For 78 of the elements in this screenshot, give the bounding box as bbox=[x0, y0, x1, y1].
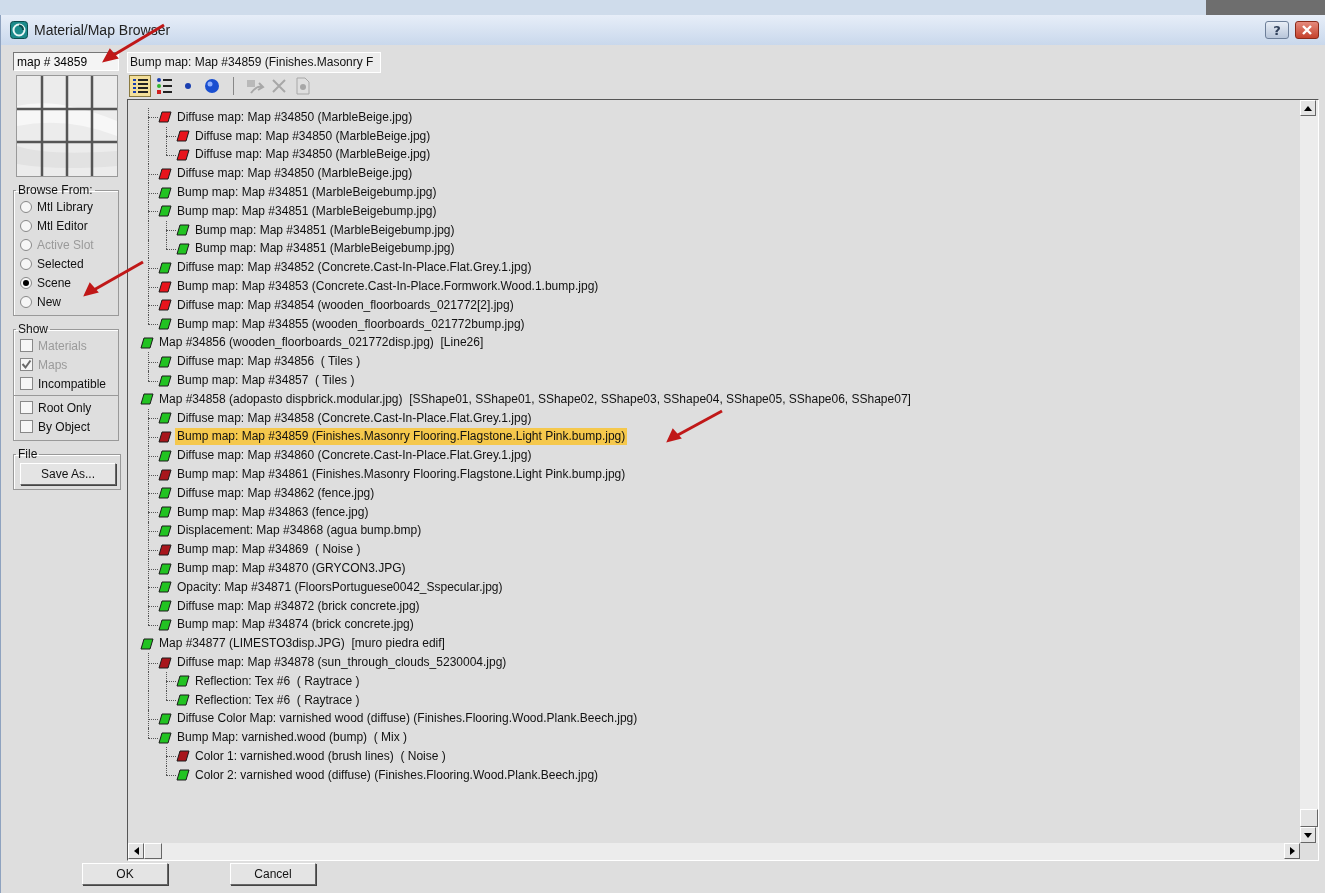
tree-item[interactable]: Opacity: Map #34871 (FloorsPortuguese0042_Sspecular.jpg) bbox=[175, 578, 505, 596]
tree-item[interactable]: Bump map: Map #34859 (Finishes.Masonry Flooring.Flagstone.Light Pink.bump.jpg) bbox=[175, 428, 628, 446]
option-label: Mtl Library bbox=[37, 199, 93, 214]
scrollbar-thumb[interactable] bbox=[1300, 809, 1318, 827]
tree-item[interactable]: Bump map: Map #34855 (wooden_floorboards_021772bump.jpg) bbox=[175, 315, 527, 333]
close-icon bbox=[1301, 25, 1313, 35]
option-label: New bbox=[37, 294, 61, 309]
tree-item[interactable]: Bump map: Map #34870 (GRYCON3.JPG) bbox=[175, 560, 408, 577]
arrow-left-icon bbox=[133, 847, 139, 855]
radio-button[interactable] bbox=[20, 257, 32, 270]
arrow-down-icon bbox=[1304, 832, 1312, 838]
option-label: Mtl Editor bbox=[37, 218, 88, 233]
tree-item[interactable]: Bump map: Map #34853 (Concrete.Cast-In-Place.Formwork.Wood.1.bump.jpg) bbox=[175, 278, 601, 296]
tree-item[interactable]: Map #34856 (wooden_floorboards_021772disp.jpg) [Line26] bbox=[157, 334, 486, 352]
app-icon bbox=[10, 21, 28, 39]
help-button[interactable]: ? bbox=[1265, 21, 1289, 39]
tree-item[interactable]: Bump map: Map #34869 ( Noise ) bbox=[175, 541, 363, 559]
tree-item[interactable]: Bump map: Map #34851 (MarbleBeigebump.jpg) bbox=[193, 240, 457, 258]
checkbox[interactable] bbox=[20, 401, 33, 414]
radio-button[interactable] bbox=[20, 276, 32, 289]
tree-item[interactable]: Diffuse map: Map #34878 (sun_through_clouds_5230004.jpg) bbox=[175, 654, 509, 671]
group-title: Browse From: bbox=[17, 183, 94, 197]
option-label: Materials bbox=[38, 338, 87, 353]
tree-item[interactable]: Bump map: Map #34874 (brick concrete.jpg) bbox=[175, 616, 416, 634]
option-label: Incompatible bbox=[38, 376, 107, 391]
tree-item[interactable]: Diffuse map: Map #34850 (MarbleBeige.jpg) bbox=[193, 146, 433, 164]
tree-item[interactable]: Diffuse map: Map #34854 (wooden_floorboards_021772[2].jpg) bbox=[175, 296, 516, 314]
ok-button[interactable]: OK bbox=[82, 863, 168, 885]
tree-item[interactable]: Map #34877 (LIMESTO3disp.JPG) [muro piedra edif] bbox=[157, 635, 447, 653]
close-button[interactable] bbox=[1295, 21, 1319, 39]
radio-button[interactable] bbox=[20, 295, 32, 308]
vertical-scrollbar[interactable] bbox=[1300, 100, 1318, 843]
tree-item[interactable]: Color 1: varnished.wood (brush lines) ( Noise ) bbox=[193, 748, 448, 765]
tree-item[interactable]: Diffuse map: Map #34850 (MarbleBeige.jpg) bbox=[175, 108, 415, 126]
tree-item[interactable]: Reflection: Tex #6 ( Raytrace ) bbox=[193, 672, 362, 690]
option-label: Selected bbox=[37, 256, 84, 271]
tree-item[interactable]: Diffuse map: Map #34852 (Concrete.Cast-In-Place.Flat.Grey.1.jpg) bbox=[175, 259, 534, 277]
arrow-right-icon bbox=[1289, 847, 1295, 855]
checkbox[interactable] bbox=[20, 377, 33, 390]
save-as-button[interactable]: Save As... bbox=[20, 463, 116, 485]
tree-item[interactable]: Bump map: Map #34851 (MarbleBeigebump.jpg) bbox=[193, 221, 457, 239]
tree-item[interactable]: Diffuse map: Map #34872 (brick concrete.jpg) bbox=[175, 597, 422, 615]
tree-item[interactable]: Bump map: Map #34851 (MarbleBeigebump.jpg) bbox=[175, 202, 439, 220]
radio-button[interactable] bbox=[20, 200, 32, 213]
tree-item[interactable]: Bump map: Map #34857 ( Tiles ) bbox=[175, 372, 357, 390]
tree-item[interactable]: Diffuse map: Map #34850 (MarbleBeige.jpg) bbox=[193, 127, 433, 145]
cancel-button[interactable]: Cancel bbox=[230, 863, 316, 885]
tree-item[interactable]: Reflection: Tex #6 ( Raytrace ) bbox=[193, 691, 362, 709]
horizontal-scrollbar[interactable] bbox=[128, 843, 1300, 860]
tree-item[interactable]: Color 2: varnished wood (diffuse) (Finishes.Flooring.Wood.Plank.Beech.jpg) bbox=[193, 766, 601, 784]
tree-item[interactable]: Diffuse map: Map #34860 (Concrete.Cast-In-Place.Flat.Grey.1.jpg) bbox=[175, 447, 534, 465]
tree-item[interactable]: Bump Map: varnished.wood (bump) ( Mix ) bbox=[175, 729, 410, 747]
tree-item[interactable]: Map #34858 (adopasto dispbrick.modular.jpg) [SShape01, SShape01, SShape02, SShape03, SShape04, SShape05, SShape06, SShape07] bbox=[157, 390, 913, 408]
option-label: Scene bbox=[37, 275, 72, 290]
tree-item[interactable]: Diffuse map: Map #34858 (Concrete.Cast-In-Place.Flat.Grey.1.jpg) bbox=[175, 409, 534, 427]
tree-item[interactable]: Bump map: Map #34851 (MarbleBeigebump.jpg) bbox=[175, 184, 439, 202]
tree-item[interactable]: Diffuse Color Map: varnished wood (diffuse) (Finishes.Flooring.Wood.Plank.Beech.jpg) bbox=[175, 710, 640, 728]
tree-item[interactable]: Diffuse map: Map #34862 (fence.jpg) bbox=[175, 484, 377, 502]
annotation-arrow bbox=[83, 260, 144, 297]
group-title: File bbox=[17, 447, 39, 461]
group-title: Show bbox=[17, 322, 50, 336]
selection-label: Bump map: Map #34859 (Finishes.Masonry F bbox=[127, 52, 381, 73]
annotation-arrow bbox=[666, 409, 723, 443]
option-label: Root Only bbox=[38, 400, 92, 415]
radio-button[interactable] bbox=[20, 219, 32, 232]
arrow-up-icon bbox=[1304, 105, 1312, 111]
option-label: Active Slot bbox=[37, 237, 94, 252]
scrollbar-thumb[interactable] bbox=[144, 843, 162, 859]
tree-item[interactable]: Bump map: Map #34861 (Finishes.Masonry Flooring.Flagstone.Light Pink.bump.jpg) bbox=[175, 466, 628, 484]
option-label: By Object bbox=[38, 419, 91, 434]
tree-item[interactable]: Diffuse map: Map #34850 (MarbleBeige.jpg) bbox=[175, 165, 415, 183]
tree-item[interactable]: Bump map: Map #34863 (fence.jpg) bbox=[175, 503, 371, 521]
checkbox[interactable] bbox=[20, 420, 33, 433]
search-field[interactable]: map # 34859 bbox=[13, 52, 119, 71]
tree-item[interactable]: Diffuse map: Map #34856 ( Tiles ) bbox=[175, 353, 363, 371]
option-label: Maps bbox=[38, 357, 68, 372]
tree-item[interactable]: Displacement: Map #34868 (agua bump.bmp) bbox=[175, 522, 424, 540]
list-icon[interactable] bbox=[129, 75, 151, 97]
